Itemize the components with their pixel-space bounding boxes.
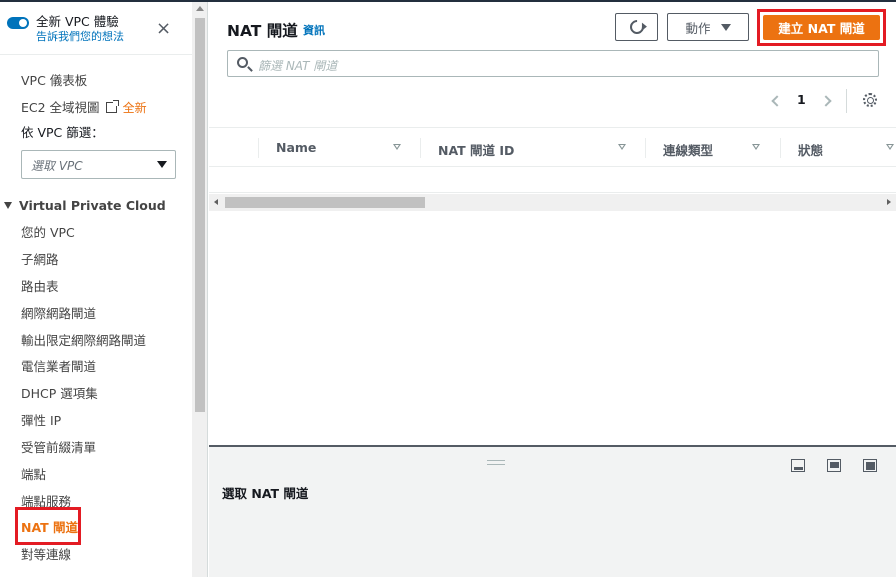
column-header-name[interactable]: Name <box>276 140 316 155</box>
sort-icon[interactable] <box>752 144 760 150</box>
sidebar-scroll-thumb[interactable] <box>195 18 205 412</box>
vpc-filter-label: 依 VPC 篩選： <box>21 125 104 140</box>
refresh-button[interactable] <box>615 13 658 41</box>
search-placeholder: 篩選 NAT 閘道 <box>258 59 338 73</box>
column-divider <box>645 138 646 158</box>
create-nat-gateway-button[interactable]: 建立 NAT 閘道 <box>763 15 880 40</box>
new-experience-label: 全新 VPC 體驗 <box>36 14 119 29</box>
panel-full-icon[interactable] <box>863 459 877 472</box>
search-input[interactable]: 篩選 NAT 閘道 <box>227 50 879 77</box>
sidebar-item-vpc-dashboard[interactable]: VPC 儀表板 <box>21 73 87 89</box>
chevron-down-icon <box>157 161 167 168</box>
column-header-connectivity-type[interactable]: 連線類型 <box>663 140 713 159</box>
vpc-filter-select[interactable]: 選取 VPC <box>21 150 176 179</box>
detail-panel-title: 選取 NAT 閘道 <box>222 486 309 501</box>
sidebar-divider <box>0 54 192 55</box>
sidebar-item-your-vpcs[interactable]: 您的 VPC <box>21 225 75 241</box>
gear-icon[interactable] <box>863 93 877 107</box>
highlight-box-nat-nav <box>15 507 81 545</box>
sidebar: 全新 VPC 體驗 告訴我們您的想法 × VPC 儀表板 EC2 全域視圖 全新 … <box>0 2 192 577</box>
new-experience-toggle[interactable] <box>7 17 29 29</box>
actions-button[interactable]: 動作 <box>667 13 749 41</box>
highlight-box-create: 建立 NAT 閘道 <box>757 9 886 46</box>
section-title: Virtual Private Cloud <box>19 198 166 213</box>
caret-down-icon <box>4 202 12 209</box>
table-horizontal-scrollbar[interactable] <box>209 194 896 211</box>
sidebar-item-elastic-ips[interactable]: 彈性 IP <box>21 413 61 429</box>
sort-icon[interactable] <box>618 144 626 150</box>
column-divider <box>780 138 781 158</box>
sidebar-item-subnets[interactable]: 子網路 <box>21 252 59 268</box>
section-virtual-private-cloud[interactable]: Virtual Private Cloud <box>4 198 166 213</box>
column-divider <box>258 138 259 158</box>
page-title: NAT 閘道 <box>227 22 298 40</box>
resize-handle[interactable] <box>487 460 505 465</box>
vpc-filter-placeholder: 選取 VPC <box>31 159 83 173</box>
chevron-left-icon[interactable] <box>771 95 783 107</box>
table-header: Name NAT 閘道 ID 連線類型 狀態 <box>209 127 896 167</box>
column-header-state[interactable]: 狀態 <box>798 140 823 159</box>
new-badge: 全新 <box>122 101 147 115</box>
sidebar-item-internet-gateways[interactable]: 網際網路閘道 <box>21 306 96 322</box>
scroll-right-icon[interactable] <box>887 199 891 205</box>
new-experience-toggle-row: 全新 VPC 體驗 告訴我們您的想法 <box>7 14 124 44</box>
pager-divider <box>846 89 847 113</box>
sidebar-item-peering-connections[interactable]: 對等連線 <box>21 547 71 563</box>
sidebar-item-carrier-gateways[interactable]: 電信業者閘道 <box>21 359 96 375</box>
chevron-right-icon[interactable] <box>820 95 832 107</box>
refresh-icon <box>626 17 647 37</box>
scroll-up-icon[interactable] <box>196 6 204 11</box>
table-body <box>209 167 896 193</box>
column-header-nat-gateway-id[interactable]: NAT 閘道 ID <box>438 140 514 159</box>
sort-icon[interactable] <box>393 144 401 150</box>
panel-bottom-icon[interactable] <box>791 459 805 472</box>
scroll-left-icon[interactable] <box>214 199 218 205</box>
sidebar-item-label: EC2 全域視圖 <box>21 100 100 115</box>
external-link-icon <box>105 100 119 113</box>
sidebar-item-route-tables[interactable]: 路由表 <box>21 279 59 295</box>
chevron-down-icon <box>720 23 731 31</box>
page-number[interactable]: 1 <box>797 92 806 107</box>
sidebar-item-managed-prefix-lists[interactable]: 受管前綴清單 <box>21 440 96 456</box>
sidebar-item-ec2-global-view[interactable]: EC2 全域視圖 全新 <box>21 100 147 116</box>
sidebar-item-egress-only-igw[interactable]: 輸出限定網際網路閘道 <box>21 333 146 349</box>
detail-split-panel: 選取 NAT 閘道 <box>209 445 896 577</box>
panel-middle-icon[interactable] <box>827 459 841 472</box>
horizontal-scroll-thumb[interactable] <box>225 197 425 208</box>
sort-icon[interactable] <box>886 144 894 150</box>
sidebar-scrollbar[interactable] <box>192 2 208 577</box>
info-link[interactable]: 資訊 <box>303 22 325 38</box>
sidebar-item-dhcp-option-sets[interactable]: DHCP 選項集 <box>21 386 98 402</box>
sidebar-item-endpoints[interactable]: 端點 <box>21 467 46 483</box>
feedback-link[interactable]: 告訴我們您的想法 <box>36 30 124 44</box>
search-icon <box>237 57 248 68</box>
actions-label: 動作 <box>685 20 711 36</box>
main-content: NAT 閘道 資訊 動作 建立 NAT 閘道 篩選 NAT 閘道 1 Name … <box>209 2 896 577</box>
close-icon[interactable]: × <box>156 20 171 38</box>
column-divider <box>420 138 421 158</box>
